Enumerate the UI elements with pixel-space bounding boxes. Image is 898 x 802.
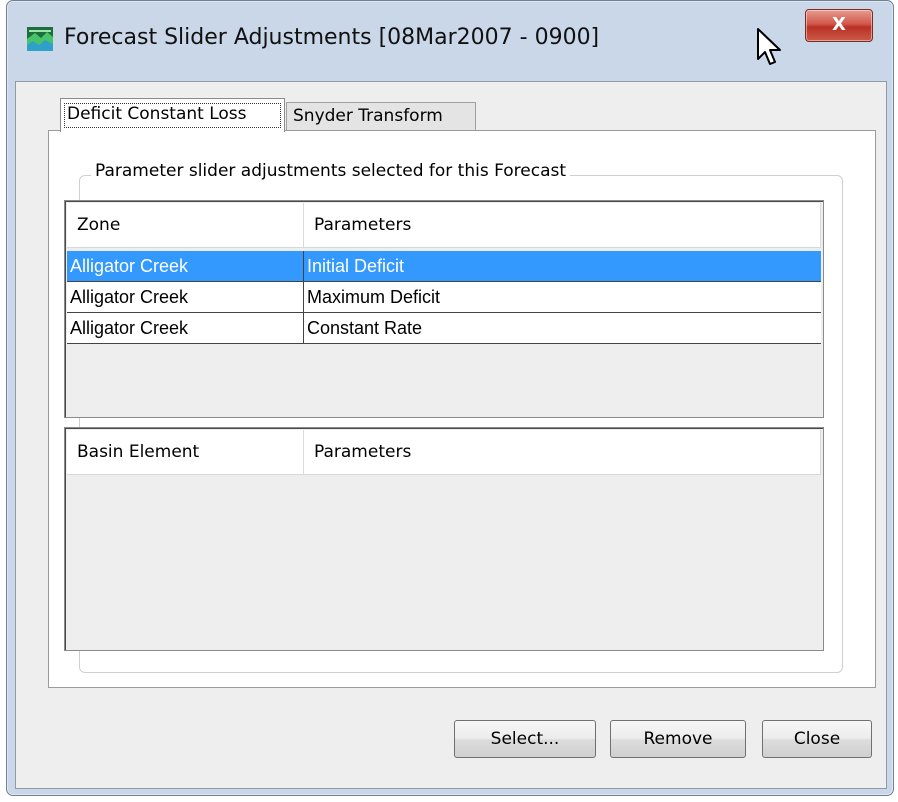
parameter-cell: Maximum Deficit: [307, 287, 441, 307]
title-bar[interactable]: Forecast Slider Adjustments [08Mar2007 -…: [7, 1, 893, 81]
zone-parameters-table[interactable]: Zone Parameters Alligator Creek Initial …: [64, 200, 824, 418]
zone-cell: Alligator Creek: [67, 251, 304, 282]
column-header-zone[interactable]: Zone: [67, 203, 304, 247]
window-title: Forecast Slider Adjustments [08Mar2007 -…: [64, 25, 600, 50]
table-row[interactable]: Alligator Creek Constant Rate: [67, 313, 821, 344]
close-icon: X: [832, 14, 846, 35]
tab-snyder-transform[interactable]: Snyder Transform: [286, 102, 476, 130]
column-header-parameters[interactable]: Parameters: [304, 430, 821, 474]
zone-cell: Alligator Creek: [67, 282, 304, 313]
table-row[interactable]: Alligator Creek Initial Deficit: [67, 251, 821, 282]
basin-element-parameters-table[interactable]: Basin Element Parameters: [64, 427, 824, 651]
window-close-button[interactable]: X: [805, 9, 873, 42]
parameter-cell: Initial Deficit: [307, 256, 405, 276]
dialog-window: Forecast Slider Adjustments [08Mar2007 -…: [6, 0, 894, 796]
parameter-cell: Constant Rate: [307, 318, 423, 338]
tab-label: Snyder Transform: [293, 106, 443, 126]
table-header: Basin Element Parameters: [67, 430, 821, 475]
group-box-legend: Parameter slider adjustments selected fo…: [91, 161, 571, 181]
tab-deficit-constant-loss[interactable]: Deficit Constant Loss: [60, 98, 285, 132]
focus-ring: [64, 103, 281, 128]
table-row[interactable]: Alligator Creek Maximum Deficit: [67, 282, 821, 313]
zone-cell: Alligator Creek: [67, 313, 304, 344]
select-button[interactable]: Select...: [454, 720, 596, 758]
remove-button[interactable]: Remove: [610, 720, 746, 758]
column-header-parameters[interactable]: Parameters: [304, 203, 821, 247]
close-button[interactable]: Close: [762, 720, 872, 758]
mouse-pointer-icon: [757, 28, 781, 65]
column-header-basin-element[interactable]: Basin Element: [67, 430, 304, 474]
table-header: Zone Parameters: [67, 203, 821, 248]
landscape-app-icon: [27, 27, 53, 51]
dialog-client-area: Snyder Transform Deficit Constant Loss P…: [15, 81, 887, 789]
